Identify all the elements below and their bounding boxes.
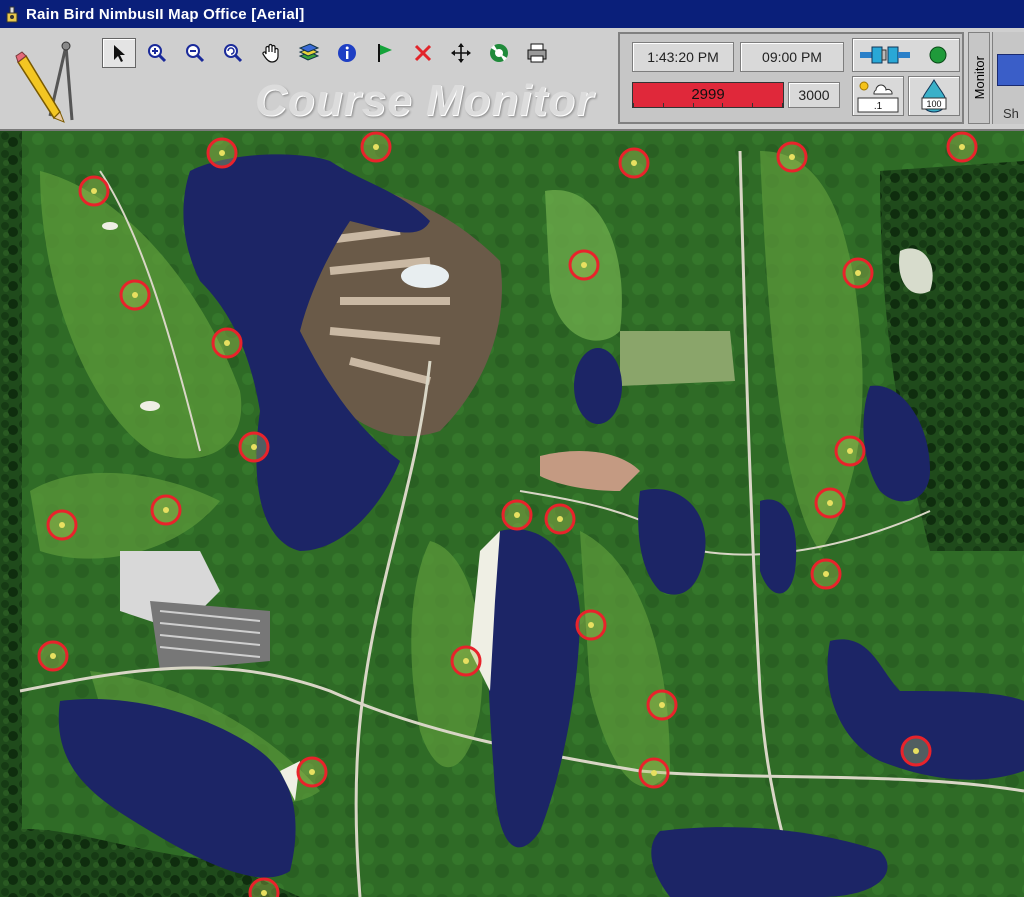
connection-status-button[interactable] bbox=[852, 38, 960, 72]
station-marker-dot bbox=[261, 890, 267, 896]
station-marker-dot bbox=[59, 522, 65, 528]
info-icon bbox=[338, 44, 356, 62]
zoom-out-icon bbox=[186, 44, 205, 63]
station-marker-dot bbox=[959, 144, 965, 150]
zoom-in-button[interactable] bbox=[140, 38, 174, 68]
station-marker-dot bbox=[463, 658, 469, 664]
app-icon bbox=[6, 6, 18, 23]
tree-belt-left bbox=[0, 131, 22, 897]
station-marker-dot bbox=[651, 770, 657, 776]
station-marker-dot bbox=[631, 160, 637, 166]
station-marker-dot bbox=[581, 262, 587, 268]
aerial-map[interactable] bbox=[0, 131, 1024, 897]
station-marker-dot bbox=[855, 270, 861, 276]
flow-capacity: 3000 bbox=[788, 82, 840, 108]
station-marker-dot bbox=[557, 516, 563, 522]
info-button[interactable] bbox=[330, 38, 364, 68]
monitor-tab[interactable]: Monitor bbox=[968, 32, 990, 124]
station-marker-dot bbox=[251, 444, 257, 450]
connection-plug-icon bbox=[860, 46, 947, 64]
station-marker-dot bbox=[659, 702, 665, 708]
compass-pencil-logo-icon bbox=[15, 41, 74, 123]
layers-icon bbox=[298, 43, 320, 61]
aerial-map-canvas[interactable] bbox=[0, 131, 1024, 897]
monitor-tab-label: Monitor bbox=[971, 56, 987, 100]
select-tool-button[interactable] bbox=[102, 38, 136, 68]
water-drop-icon: 100 bbox=[921, 79, 947, 113]
zoom-out-button[interactable] bbox=[178, 38, 212, 68]
station-marker-dot bbox=[823, 571, 829, 577]
right-panel: Sh bbox=[992, 32, 1024, 124]
station-marker-dot bbox=[163, 507, 169, 513]
station-marker-dot bbox=[219, 150, 225, 156]
course-monitor-watermark: Course Monitor bbox=[255, 76, 595, 125]
percent-adjust-value: 100 bbox=[926, 99, 941, 109]
flag-icon bbox=[378, 44, 392, 62]
move-button[interactable] bbox=[444, 38, 478, 68]
main-toolbar: Course Monitor 1:43:20 PM 09:00 PM 2999 … bbox=[0, 28, 1024, 131]
window-title: Rain Bird NimbusII Map Office [Aerial] bbox=[26, 5, 305, 23]
station-marker-dot bbox=[827, 500, 833, 506]
weather-value: .1 bbox=[874, 101, 883, 112]
weather-adjust-button[interactable]: .1 bbox=[852, 76, 904, 116]
sprinkler-button[interactable] bbox=[482, 38, 516, 68]
station-marker-dot bbox=[913, 748, 919, 754]
status-panel: 1:43:20 PM 09:00 PM 2999 3000 .1 100 bbox=[618, 32, 964, 124]
station-marker-dot bbox=[373, 144, 379, 150]
station-marker-dot bbox=[91, 188, 97, 194]
zoom-reset-icon bbox=[224, 44, 243, 63]
station-marker-dot bbox=[309, 769, 315, 775]
zoom-extent-button[interactable] bbox=[216, 38, 250, 68]
percent-adjust-button[interactable]: 100 bbox=[908, 76, 960, 116]
pan-button[interactable] bbox=[254, 38, 288, 68]
end-time-display: 09:00 PM bbox=[740, 42, 844, 72]
layers-button[interactable] bbox=[292, 38, 326, 68]
weather-icon: .1 bbox=[857, 81, 899, 113]
current-time-display: 1:43:20 PM bbox=[632, 42, 734, 72]
zoom-in-icon bbox=[148, 44, 167, 63]
pond bbox=[574, 348, 622, 424]
flow-meter-ticks bbox=[633, 103, 783, 107]
station-marker-dot bbox=[224, 340, 230, 346]
x-icon bbox=[414, 44, 432, 62]
station-marker-dot bbox=[50, 653, 56, 659]
bunker bbox=[102, 222, 118, 230]
flow-meter: 2999 bbox=[632, 82, 784, 108]
station-marker-dot bbox=[847, 448, 853, 454]
practice-range bbox=[620, 331, 735, 386]
right-panel-label: Sh bbox=[1003, 106, 1019, 121]
station-marker-dot bbox=[588, 622, 594, 628]
pool bbox=[401, 264, 449, 288]
station-marker-dot bbox=[514, 512, 520, 518]
title-bar: Rain Bird NimbusII Map Office [Aerial] bbox=[0, 0, 1024, 28]
bunker bbox=[140, 401, 160, 411]
delete-button[interactable] bbox=[406, 38, 440, 68]
move-arrows-icon bbox=[451, 43, 471, 63]
tool-group bbox=[102, 38, 554, 68]
sprinkler-icon bbox=[490, 44, 508, 62]
panel-thumbnail-icon[interactable] bbox=[997, 54, 1024, 86]
arrow-pointer-icon bbox=[114, 45, 125, 62]
printer-icon bbox=[527, 43, 547, 63]
hand-icon bbox=[262, 43, 279, 63]
print-button[interactable] bbox=[520, 38, 554, 68]
station-marker-dot bbox=[132, 292, 138, 298]
station-marker-dot bbox=[789, 154, 795, 160]
flag-button[interactable] bbox=[368, 38, 402, 68]
